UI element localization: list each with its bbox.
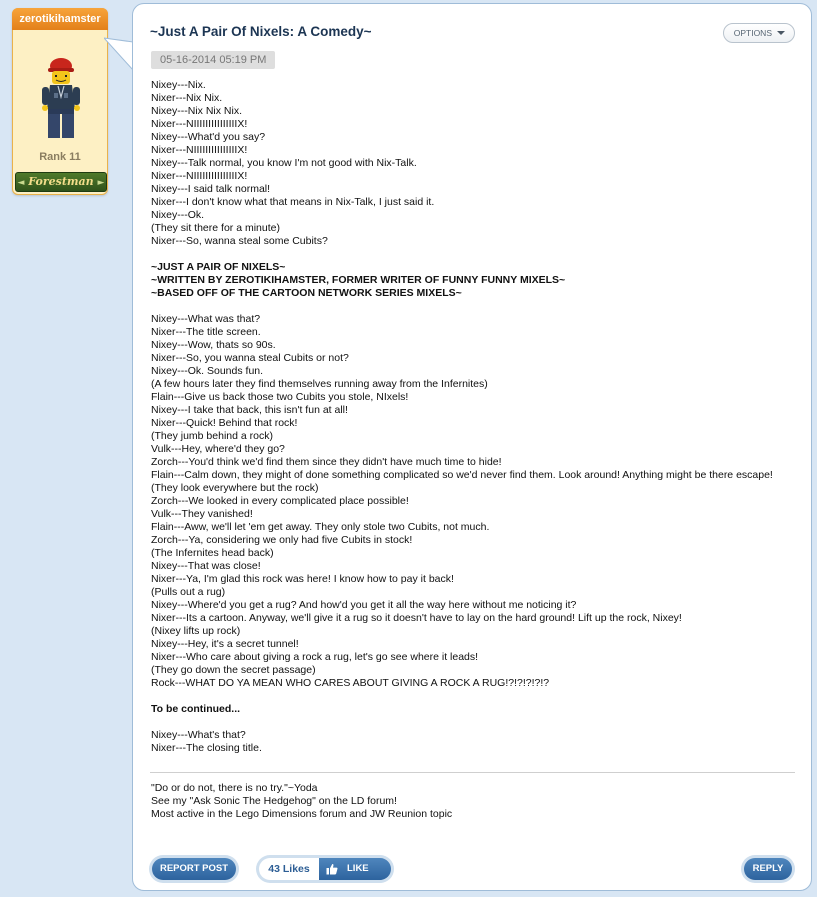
post-body-line: (A few hours later they find themselves … xyxy=(151,378,488,390)
post-body-line: Zorch---We looked in every complicated p… xyxy=(151,495,409,507)
author-username[interactable]: zerotikihamster xyxy=(12,8,108,30)
post-body-line: (They go down the secret passage) xyxy=(151,664,316,676)
post-body-line: To be continued... xyxy=(151,703,241,715)
post-body-line: ~JUST A PAIR OF NIXELS~ xyxy=(151,261,286,273)
post-body-line: Nixey---Where'd you get a rug? And how'd… xyxy=(151,599,577,611)
report-post-label: REPORT POST xyxy=(152,858,236,880)
lego-minifigure-avatar[interactable] xyxy=(41,57,81,141)
post-body-line: Vulk---Hey, where'd they go? xyxy=(151,443,285,455)
post-body-line: (They look everywhere but the rock) xyxy=(151,482,319,494)
post-body-line: Nixey---Nix Nix Nix. xyxy=(151,105,242,117)
reply-label: REPLY xyxy=(744,858,792,880)
chevron-down-icon xyxy=(777,31,785,35)
signature-divider xyxy=(150,772,795,773)
like-label: LIKE xyxy=(347,863,369,874)
post-body-line: ~WRITTEN BY ZEROTIKIHAMSTER, FORMER WRIT… xyxy=(151,274,566,286)
options-button[interactable]: OPTIONS xyxy=(722,23,795,43)
signature-line: Most active in the Lego Dimensions forum… xyxy=(151,808,453,820)
post-body-line: Flain---Calm down, they might of done so… xyxy=(151,469,773,481)
post-body-line: Nixer---The closing title. xyxy=(151,742,262,754)
post-body-line: (The Infernites head back) xyxy=(151,547,274,559)
post-body-line: Nixer---Who care about giving a rock a r… xyxy=(151,651,479,663)
post-body-line: Nixer---The title screen. xyxy=(151,326,261,338)
post-body-line: Rock---WHAT DO YA MEAN WHO CARES ABOUT G… xyxy=(151,677,550,689)
post-body-line: Zorch---Ya, considering we only had five… xyxy=(151,534,413,546)
post-body-line: Nixer---NIIIIIIIIIIIIIIIX! xyxy=(151,118,248,130)
post-body-line: Nixey---Wow, thats so 90s. xyxy=(151,339,276,351)
post-body-line: Nixey---Talk normal, you know I'm not go… xyxy=(151,157,417,169)
post-body-line: Nixer---Quick! Behind that rock! xyxy=(151,417,298,429)
post-body-line: Flain---Aww, we'll let 'em get away. The… xyxy=(151,521,490,533)
arrow-left-icon: ◄ xyxy=(17,178,25,188)
likes-control: 43 Likes LIKE xyxy=(256,855,394,883)
post-body-line: (Pulls out a rug) xyxy=(151,586,226,598)
post-body-line: Nixer---So, you wanna steal Cubits or no… xyxy=(151,352,349,364)
post-body-line: Nixey---Hey, it's a secret tunnel! xyxy=(151,638,299,650)
post-body-line: Nixey---What'd you say? xyxy=(151,131,266,143)
post-body-line: Vulk---They vanished! xyxy=(151,508,253,520)
post-body-line: Nixey---I take that back, this isn't fun… xyxy=(151,404,348,416)
post-body-line: ~BASED OFF OF THE CARTOON NETWORK SERIES… xyxy=(151,287,462,299)
post-body-line: Nixey---Ok. xyxy=(151,209,205,221)
post-body-line: Nixey---Ok. Sounds fun. xyxy=(151,365,264,377)
post-title: ~Just A Pair Of Nixels: A Comedy~ xyxy=(150,24,372,39)
post-date: 05-16-2014 05:19 PM xyxy=(151,51,276,69)
options-label: OPTIONS xyxy=(733,28,772,38)
rank-badge-label: Forestman xyxy=(28,175,94,188)
post-body-line: Nixer---Nix Nix. xyxy=(151,92,223,104)
post-body-line: Nixer---So, wanna steal some Cubits? xyxy=(151,235,328,247)
post-body-line: Nixey---I said talk normal! xyxy=(151,183,271,195)
post-body-line: Nixer---Its a cartoon. Anyway, we'll giv… xyxy=(151,612,682,624)
post-body-line: Nixer---NIIIIIIIIIIIIIIIX! xyxy=(151,144,248,156)
author-card: zerotikihamster Rank 11 ◄ Forestman ► xyxy=(12,8,108,195)
post-body-line xyxy=(151,248,799,261)
post-body-line: Nixey---That was close! xyxy=(151,560,261,572)
post-body-line: Nixey---Nix. xyxy=(151,79,206,91)
thumbs-up-icon xyxy=(326,863,338,875)
post-body-line: Flain---Give us back those two Cubits yo… xyxy=(151,391,409,403)
like-button[interactable]: LIKE xyxy=(319,858,391,880)
likes-count[interactable]: 43 Likes xyxy=(259,858,319,880)
rank-label: Rank 11 xyxy=(39,151,81,163)
post-body-line: Nixer---I don't know what that means in … xyxy=(151,196,435,208)
post-body-line xyxy=(151,690,799,703)
post-body-line: (Nixey lifts up rock) xyxy=(151,625,241,637)
signature-line: See my "Ask Sonic The Hedgehog" on the L… xyxy=(151,795,397,807)
reply-button[interactable]: REPLY xyxy=(741,855,795,883)
post-body-line: (They sit there for a minute) xyxy=(151,222,280,234)
post-body-line xyxy=(151,716,799,729)
report-post-button[interactable]: REPORT POST xyxy=(149,855,239,883)
post-body-line: Zorch---You'd think we'd find them since… xyxy=(151,456,502,468)
signature: "Do or do not, there is no try."~Yoda See… xyxy=(151,782,791,821)
post-body-line: (They jumb behind a rock) xyxy=(151,430,273,442)
post-body: Nixey---Nix. Nixer---Nix Nix. Nixey---Nix … xyxy=(151,79,799,755)
signature-line: "Do or do not, there is no try."~Yoda xyxy=(151,782,318,794)
post-body-line xyxy=(151,300,799,313)
post-body-line: Nixer---Ya, I'm glad this rock was here!… xyxy=(151,573,454,585)
arrow-right-icon: ► xyxy=(97,178,105,188)
post-body-line: Nixey---What was that? xyxy=(151,313,261,325)
post-body-line: Nixer---NIIIIIIIIIIIIIIIX! xyxy=(151,170,248,182)
post-body-line: Nixey---What's that? xyxy=(151,729,246,741)
post-panel: ~Just A Pair Of Nixels: A Comedy~ OPTION… xyxy=(132,3,812,891)
rank-badge: ◄ Forestman ► xyxy=(15,172,107,192)
